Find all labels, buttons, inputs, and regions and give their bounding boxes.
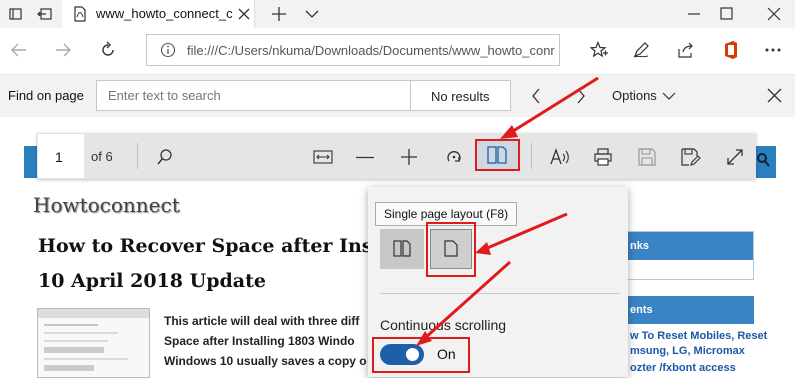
article-heading-line2: 10 April 2018 Update: [38, 270, 266, 292]
find-results-text: No results: [431, 89, 490, 104]
rotate-icon[interactable]: [445, 148, 463, 166]
print-icon[interactable]: [594, 148, 612, 166]
save-icon[interactable]: [638, 148, 656, 166]
refresh-icon[interactable]: [99, 41, 117, 59]
back-arrow-icon[interactable]: [10, 42, 28, 58]
page-total: of 6: [91, 149, 113, 164]
find-options-button[interactable]: Options: [612, 88, 657, 103]
maximize-icon[interactable]: [719, 6, 735, 22]
save-as-icon[interactable]: [681, 148, 701, 166]
office-extension-icon[interactable]: [722, 40, 740, 60]
toggle-state-text: On: [437, 346, 456, 362]
full-screen-icon[interactable]: [726, 148, 744, 166]
share-icon[interactable]: [677, 41, 695, 59]
find-input-placeholder: Enter text to search: [108, 88, 221, 103]
next-result-icon[interactable]: [575, 88, 587, 104]
search-icon[interactable]: [156, 148, 174, 166]
favorites-star-icon[interactable]: [590, 41, 608, 59]
article-heading-line1: How to Recover Space after Installi: [38, 235, 416, 257]
previous-result-icon[interactable]: [530, 88, 542, 104]
close-tab-icon[interactable]: [237, 7, 251, 21]
popup-divider: [380, 293, 620, 294]
read-aloud-icon[interactable]: [550, 148, 570, 166]
article-body-line: This article will deal with three diff: [164, 314, 360, 328]
site-logo-text: Howtoconnect: [33, 193, 180, 217]
forward-arrow-icon[interactable]: [54, 42, 72, 58]
info-icon[interactable]: [160, 42, 176, 58]
two-page-icon: [393, 240, 411, 257]
zoom-in-icon[interactable]: [400, 148, 418, 166]
tab-preview-chevron-icon[interactable]: [304, 8, 320, 20]
toolbar-divider: [531, 143, 532, 169]
set-aside-tabs-icon[interactable]: [37, 6, 53, 22]
site-search-icon: [756, 152, 770, 168]
pdf-file-icon: [72, 6, 88, 22]
sidebar-link[interactable]: w To Reset Mobiles, Reset: [630, 330, 767, 342]
find-on-page-label: Find on page: [8, 88, 84, 103]
single-page-icon: [444, 240, 458, 257]
close-find-icon[interactable]: [767, 88, 782, 103]
pen-icon[interactable]: [632, 41, 650, 59]
article-thumbnail: [37, 308, 150, 378]
more-menu-icon[interactable]: [764, 47, 782, 53]
options-chevron-icon[interactable]: [662, 91, 676, 101]
tab-actions-icon[interactable]: [8, 6, 24, 22]
toolbar-divider: [137, 143, 138, 169]
continuous-scrolling-label: Continuous scrolling: [380, 317, 507, 333]
new-tab-icon[interactable]: [271, 6, 287, 22]
fit-to-width-icon[interactable]: [313, 150, 333, 164]
sidebar-box-heading: nks: [630, 240, 649, 252]
sidebar-box-heading: ents: [630, 304, 653, 316]
page-number: 1: [55, 149, 63, 165]
zoom-out-icon[interactable]: [356, 156, 374, 159]
address-text: file:///C:/Users/nkuma/Downloads/Documen…: [187, 43, 555, 58]
tooltip-text: Single page layout (F8): [384, 207, 509, 221]
sidebar-link[interactable]: ozter /fxbont access: [630, 362, 736, 374]
tab-title: www_howto_connect_c: [96, 6, 233, 21]
close-window-icon[interactable]: [766, 6, 782, 22]
sidebar-link[interactable]: msung, LG, Micromax: [630, 345, 745, 357]
toggle-knob: [406, 348, 419, 361]
article-body-line: Space after Installing 1803 Windo: [164, 334, 355, 348]
page-layout-icon: [487, 146, 507, 164]
article-body-line: Windows 10 usually saves a copy o: [164, 354, 367, 368]
minimize-icon[interactable]: [686, 7, 702, 21]
